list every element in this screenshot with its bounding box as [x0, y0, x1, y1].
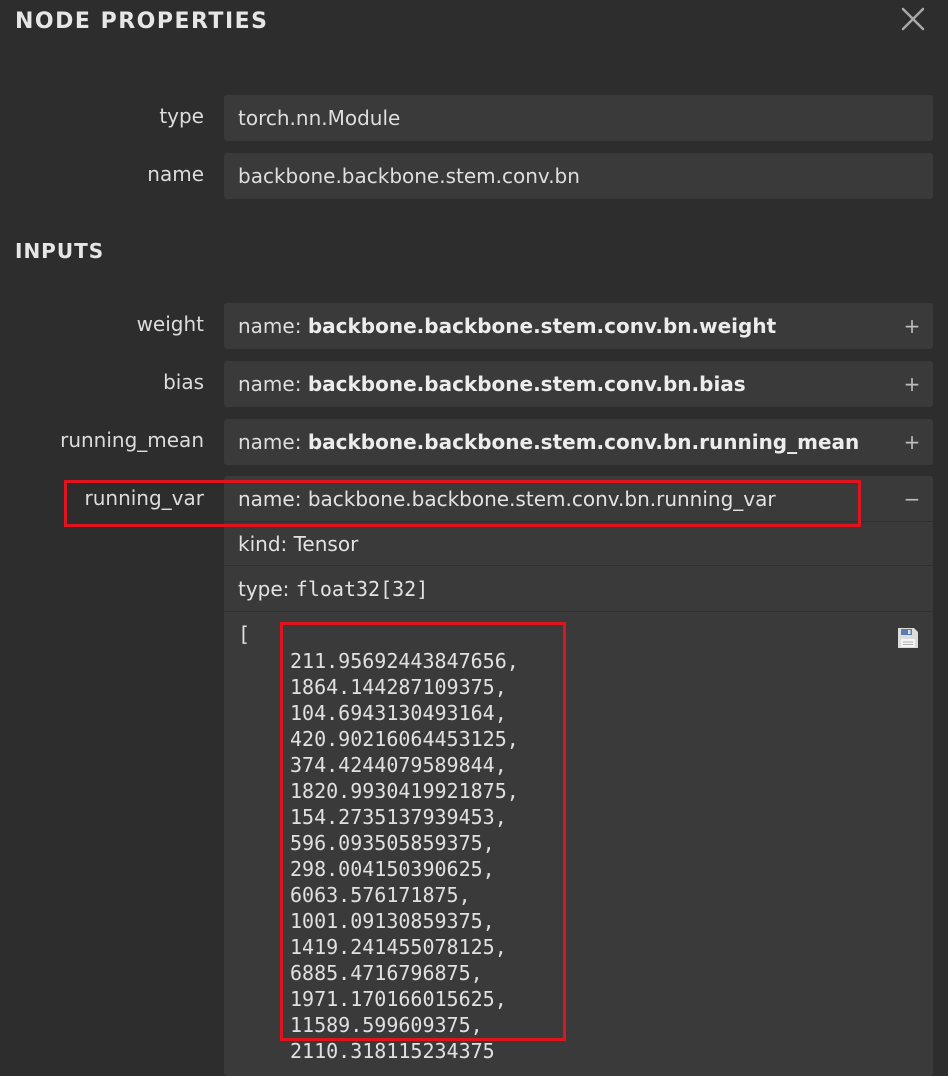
- expand-running-mean-button[interactable]: +: [903, 419, 921, 465]
- tensor-value: 211.95692443847656,: [290, 649, 519, 673]
- tensor-value: 374.4244079589844,: [290, 753, 507, 777]
- tensor-value: 420.90216064453125,: [290, 727, 519, 751]
- tensor-value: 6063.576171875,: [290, 883, 471, 907]
- tensor-value: 11589.599609375,: [290, 1013, 483, 1037]
- expand-weight-button[interactable]: +: [903, 303, 921, 349]
- input-running-var-field[interactable]: name: backbone.backbone.stem.conv.bn.run…: [224, 476, 933, 522]
- name-value: backbone.backbone.stem.conv.bn: [238, 164, 580, 188]
- input-running-mean-name: backbone.backbone.stem.conv.bn.running_m…: [307, 430, 860, 454]
- expand-bias-button[interactable]: +: [903, 361, 921, 407]
- type-field[interactable]: torch.nn.Module: [224, 95, 933, 141]
- tensor-value: 1864.144287109375,: [290, 675, 507, 699]
- type-value: torch.nn.Module: [238, 106, 401, 130]
- input-label-weight: weight: [136, 312, 204, 336]
- input-weight-field[interactable]: name: backbone.backbone.stem.conv.bn.wei…: [224, 303, 933, 349]
- tensor-value: 154.2735137939453,: [290, 805, 507, 829]
- tensor-value: 1820.9930419921875,: [290, 779, 519, 803]
- tensor-value: 1419.241455078125,: [290, 935, 507, 959]
- node-properties-panel: NODE PROPERTIES type torch.nn.Module nam…: [0, 0, 948, 1076]
- tensor-value: 2110.318115234375: [290, 1039, 495, 1063]
- tensor-value: 298.004150390625,: [290, 857, 495, 881]
- name-label: name: [147, 162, 204, 186]
- tensor-open-bracket: [: [238, 622, 251, 646]
- input-bias-field[interactable]: name: backbone.backbone.stem.conv.bn.bia…: [224, 361, 933, 407]
- tensor-value: 596.093505859375,: [290, 831, 495, 855]
- tensor-type-row: type: float32[32]: [224, 566, 933, 612]
- tensor-type-key: type:: [238, 577, 296, 601]
- input-bias-key: name:: [238, 372, 308, 396]
- input-running-var-details: name: backbone.backbone.stem.conv.bn.run…: [224, 476, 933, 1076]
- tensor-kind-row: kind: Tensor: [224, 522, 933, 566]
- input-label-running-var: running_var: [84, 486, 205, 510]
- input-weight-name: backbone.backbone.stem.conv.bn.weight: [307, 314, 777, 338]
- input-running-var-key: name:: [238, 487, 308, 511]
- tensor-value: 104.6943130493164,: [290, 701, 507, 725]
- input-weight-key: name:: [238, 314, 308, 338]
- tensor-kind-key: kind:: [238, 532, 294, 556]
- input-bias-name: backbone.backbone.stem.conv.bn.bias: [307, 372, 746, 396]
- tensor-values-list: 211.95692443847656, 1864.144287109375, 104…: [290, 648, 519, 1064]
- close-icon[interactable]: [898, 4, 928, 34]
- save-icon[interactable]: [896, 626, 920, 650]
- tensor-kind-value: Tensor: [293, 532, 359, 556]
- collapse-running-var-button[interactable]: −: [903, 476, 921, 522]
- input-label-bias: bias: [163, 370, 204, 394]
- inputs-section-title: INPUTS: [15, 239, 105, 263]
- input-running-mean-field[interactable]: name: backbone.backbone.stem.conv.bn.run…: [224, 419, 933, 465]
- tensor-value: 6885.4716796875,: [290, 961, 483, 985]
- tensor-value: 1971.170166015625,: [290, 987, 507, 1011]
- panel-title: NODE PROPERTIES: [15, 9, 269, 34]
- input-label-running-mean: running_mean: [60, 428, 204, 452]
- input-running-var-name: backbone.backbone.stem.conv.bn.running_v…: [307, 487, 776, 511]
- type-label: type: [159, 104, 204, 128]
- input-running-mean-key: name:: [238, 430, 308, 454]
- tensor-value: 1001.09130859375,: [290, 909, 495, 933]
- name-field[interactable]: backbone.backbone.stem.conv.bn: [224, 153, 933, 199]
- tensor-type-value: float32[32]: [295, 577, 429, 601]
